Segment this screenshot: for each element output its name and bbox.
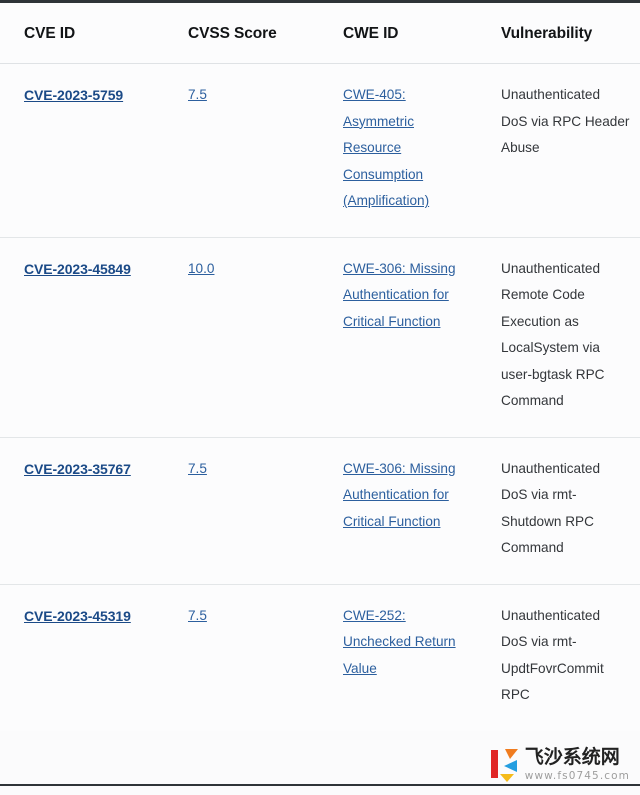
cell-cve-id: CVE-2023-5759 (0, 63, 170, 237)
column-header-cve-id: CVE ID (0, 1, 170, 64)
column-header-cvss-score: CVSS Score (170, 1, 327, 64)
cve-link[interactable]: CVE-2023-45849 (24, 261, 131, 277)
cell-cvss-score: 7.5 (170, 63, 327, 237)
cwe-link[interactable]: CWE-252: Unchecked Return Value (343, 608, 456, 676)
vulnerability-table: CVE ID CVSS Score CWE ID Vulnerability C… (0, 0, 640, 731)
cell-cve-id: CVE-2023-45849 (0, 237, 170, 437)
column-header-vulnerability: Vulnerability (485, 1, 640, 64)
cve-link[interactable]: CVE-2023-35767 (24, 461, 131, 477)
cell-vulnerability: Unauthenticated Remote Code Execution as… (485, 237, 640, 437)
cwe-link[interactable]: CWE-306: Missing Authentication for Crit… (343, 461, 456, 529)
cell-cvss-score: 10.0 (170, 237, 327, 437)
cell-cwe-id: CWE-405: Asymmetric Resource Consumption… (327, 63, 485, 237)
feisha-logo-icon (489, 748, 519, 782)
vulnerability-description: Unauthenticated DoS via RPC Header Abuse (501, 87, 630, 155)
cvss-score-link[interactable]: 10.0 (188, 261, 214, 276)
cell-vulnerability: Unauthenticated DoS via RPC Header Abuse (485, 63, 640, 237)
cell-cwe-id: CWE-306: Missing Authentication for Crit… (327, 237, 485, 437)
table-row: CVE-2023-35767 7.5 CWE-306: Missing Auth… (0, 437, 640, 584)
watermark: 飞沙系统网 www.fs0745.com (489, 748, 630, 782)
column-header-cwe-id: CWE ID (327, 1, 485, 64)
cell-cve-id: CVE-2023-45319 (0, 584, 170, 731)
cell-cvss-score: 7.5 (170, 584, 327, 731)
cell-cwe-id: CWE-252: Unchecked Return Value (327, 584, 485, 731)
table-bottom-rule (0, 784, 640, 786)
cvss-score-link[interactable]: 7.5 (188, 87, 207, 102)
cvss-score-link[interactable]: 7.5 (188, 608, 207, 623)
table-header: CVE ID CVSS Score CWE ID Vulnerability (0, 1, 640, 64)
table-row: CVE-2023-45849 10.0 CWE-306: Missing Aut… (0, 237, 640, 437)
cvss-score-link[interactable]: 7.5 (188, 461, 207, 476)
cve-link[interactable]: CVE-2023-45319 (24, 608, 131, 624)
cell-cve-id: CVE-2023-35767 (0, 437, 170, 584)
cwe-link[interactable]: CWE-405: Asymmetric Resource Consumption… (343, 87, 429, 208)
cell-vulnerability: Unauthenticated DoS via rmt-Shutdown RPC… (485, 437, 640, 584)
watermark-text: 飞沙系统网 www.fs0745.com (525, 748, 630, 782)
cell-cvss-score: 7.5 (170, 437, 327, 584)
cwe-link[interactable]: CWE-306: Missing Authentication for Crit… (343, 261, 456, 329)
watermark-url: www.fs0745.com (524, 770, 630, 783)
table-row: CVE-2023-45319 7.5 CWE-252: Unchecked Re… (0, 584, 640, 731)
cell-vulnerability: Unauthenticated DoS via rmt-UpdtFovrComm… (485, 584, 640, 731)
table-row: CVE-2023-5759 7.5 CWE-405: Asymmetric Re… (0, 63, 640, 237)
vulnerability-description: Unauthenticated Remote Code Execution as… (501, 260, 605, 409)
vulnerability-description: Unauthenticated DoS via rmt-UpdtFovrComm… (501, 607, 604, 703)
vulnerability-description: Unauthenticated DoS via rmt-Shutdown RPC… (501, 460, 601, 556)
cve-link[interactable]: CVE-2023-5759 (24, 87, 123, 103)
watermark-site-name: 飞沙系统网 (524, 746, 620, 769)
table-header-row: CVE ID CVSS Score CWE ID Vulnerability (0, 1, 640, 64)
cell-cwe-id: CWE-306: Missing Authentication for Crit… (327, 437, 485, 584)
table-body: CVE-2023-5759 7.5 CWE-405: Asymmetric Re… (0, 63, 640, 731)
